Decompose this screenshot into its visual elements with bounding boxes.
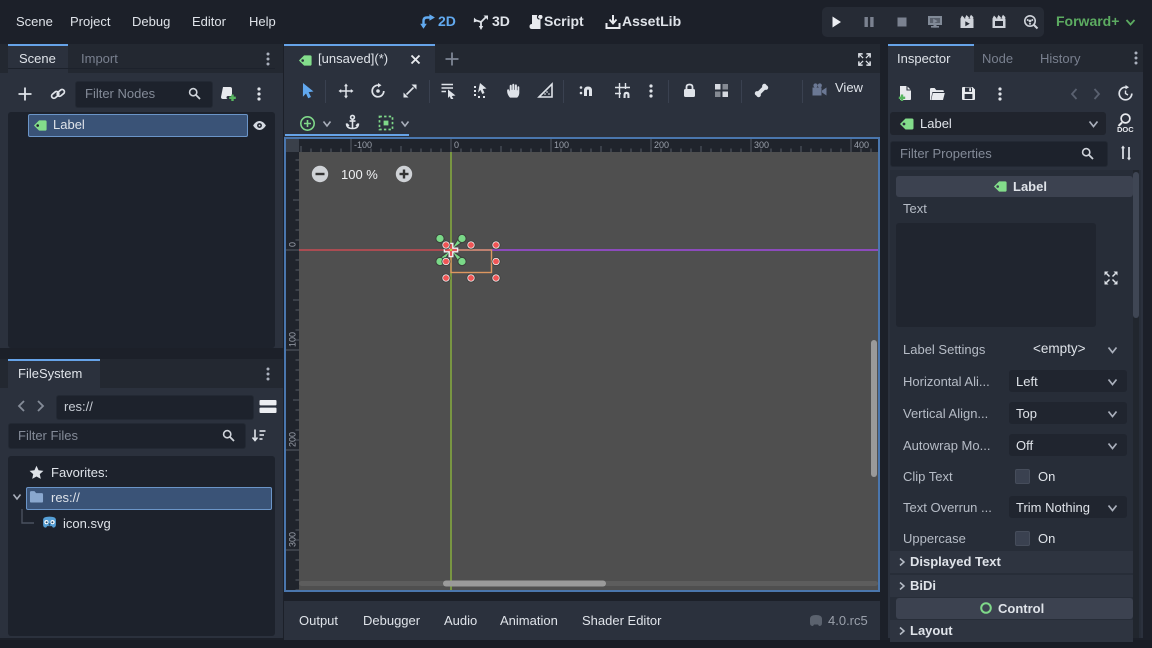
svg-text:200: 200: [654, 140, 669, 150]
svg-text:100 %: 100 %: [341, 167, 378, 182]
svg-text:100: 100: [288, 332, 298, 347]
svg-text:300: 300: [754, 140, 769, 150]
svg-text:-100: -100: [354, 140, 372, 150]
svg-text:0: 0: [288, 242, 298, 247]
svg-text:0: 0: [454, 140, 459, 150]
svg-text:DOC: DOC: [1117, 125, 1134, 134]
svg-text:200: 200: [288, 432, 298, 447]
svg-text:300: 300: [288, 532, 298, 547]
svg-text:100: 100: [554, 140, 569, 150]
svg-text:400: 400: [854, 140, 869, 150]
